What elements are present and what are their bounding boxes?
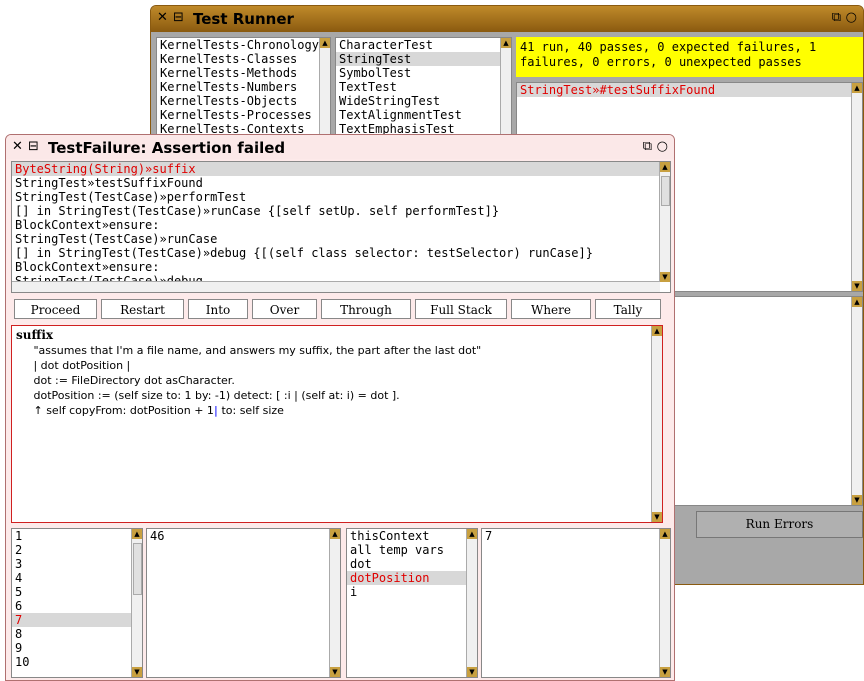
menu-icon[interactable]: ⊟ <box>28 139 39 154</box>
receiver-field[interactable]: 6 <box>12 599 142 613</box>
code-pane[interactable]: suffix "assumes that I'm a file name, an… <box>11 325 663 523</box>
stack-list[interactable]: ByteString(String)»suffix StringTest»test… <box>11 161 671 293</box>
stack-frame[interactable]: ByteString(String)»suffix <box>12 162 670 176</box>
receiver-field[interactable]: 10 <box>12 655 142 669</box>
into-button[interactable]: Into <box>188 299 248 319</box>
code-line-highlight: ↑ self copyFrom: dotPosition + 1 <box>16 404 214 417</box>
stack-frame[interactable]: StringTest»testSuffixFound <box>12 176 670 190</box>
category-list[interactable]: KernelTests-Chronology KernelTests-Classe… <box>156 37 331 137</box>
receiver-field[interactable]: 1 <box>12 529 142 543</box>
tally-button[interactable]: Tally <box>595 299 661 319</box>
receiver-value-scrollbar[interactable]: ▲ ▼ <box>329 529 340 677</box>
context-value-pane[interactable]: 7 ▲ ▼ <box>481 528 671 678</box>
code-line: dotPosition := (self size to: 1 by: -1) … <box>16 389 400 402</box>
context-value: 7 <box>485 529 493 543</box>
failure-scrollbar[interactable]: ▲ ▼ <box>851 83 862 291</box>
receiver-field[interactable]: 3 <box>12 557 142 571</box>
collapse-icon[interactable]: ⧉ <box>832 10 841 25</box>
receiver-field[interactable]: 9 <box>12 641 142 655</box>
window-title: Test Runner <box>193 10 294 28</box>
context-field[interactable]: all temp vars <box>347 543 477 557</box>
context-value-scrollbar[interactable]: ▲ ▼ <box>659 529 670 677</box>
stack-scrollbar[interactable]: ▲ ▼ <box>659 162 670 282</box>
test-failure-window: ✕ ⊟ TestFailure: Assertion failed ⧉ ○ By… <box>5 134 675 681</box>
category-scrollbar[interactable]: ▲ <box>319 38 330 136</box>
code-line: dot := FileDirectory dot asCharacter. <box>16 374 235 387</box>
test-status: 41 run, 40 passes, 0 expected failures, … <box>516 37 863 77</box>
receiver-field[interactable]: 5 <box>12 585 142 599</box>
stack-frame[interactable]: [] in StringTest(TestCase)»runCase {[sel… <box>12 204 670 218</box>
class-item[interactable]: TextAlignmentTest <box>336 108 511 122</box>
window-title: TestFailure: Assertion failed <box>48 139 286 157</box>
stack-frame[interactable]: BlockContext»ensure: <box>12 218 670 232</box>
context-field[interactable]: thisContext <box>347 529 477 543</box>
receiver-value-pane[interactable]: 46 ▲ ▼ <box>146 528 341 678</box>
method-selector: suffix <box>16 328 54 342</box>
close-icon[interactable]: ✕ <box>157 10 168 25</box>
receiver-fields-list[interactable]: 1 2 3 4 5 6 7 8 9 10 ▲ ▼ <box>11 528 143 678</box>
category-item[interactable]: KernelTests-Numbers <box>157 80 330 94</box>
stack-frame[interactable]: [] in StringTest(TestCase)»debug {[(self… <box>12 246 670 260</box>
debugger-toolbar: Proceed Restart Into Over Through Full S… <box>14 299 664 321</box>
through-button[interactable]: Through <box>321 299 411 319</box>
context-field[interactable]: i <box>347 585 477 599</box>
context-fields-list[interactable]: thisContext all temp vars dot dotPosition i … <box>346 528 478 678</box>
code-line: ↑ self copyFrom: dotPosition + 1| to: se… <box>16 403 658 418</box>
failure-item[interactable]: StringTest»#testSuffixFound <box>517 83 862 97</box>
receiver-scrollbar[interactable]: ▲ ▼ <box>131 529 142 677</box>
receiver-field[interactable]: 8 <box>12 627 142 641</box>
close-icon[interactable]: ✕ <box>12 139 23 154</box>
receiver-field[interactable]: 7 <box>12 613 142 627</box>
category-item[interactable]: KernelTests-Chronology <box>157 38 330 52</box>
code-scrollbar[interactable]: ▲ ▼ <box>651 326 662 522</box>
restart-button[interactable]: Restart <box>101 299 184 319</box>
class-scrollbar[interactable]: ▲ <box>500 38 511 136</box>
where-button[interactable]: Where <box>511 299 591 319</box>
test-runner-titlebar[interactable]: ✕ ⊟ Test Runner ⧉ ○ <box>151 6 863 32</box>
category-item[interactable]: KernelTests-Classes <box>157 52 330 66</box>
stack-frame[interactable]: BlockContext»ensure: <box>12 260 670 274</box>
code-line: | dot dotPosition | <box>16 359 131 372</box>
full-stack-button[interactable]: Full Stack <box>415 299 507 319</box>
context-field[interactable]: dotPosition <box>347 571 477 585</box>
class-item[interactable]: StringTest <box>336 52 511 66</box>
class-item[interactable]: SymbolTest <box>336 66 511 80</box>
test-failure-titlebar[interactable]: ✕ ⊟ TestFailure: Assertion failed ⧉ ○ <box>6 135 674 159</box>
category-item[interactable]: KernelTests-Methods <box>157 66 330 80</box>
error-scrollbar[interactable]: ▲ ▼ <box>851 297 862 505</box>
class-item[interactable]: TextTest <box>336 80 511 94</box>
context-field[interactable]: dot <box>347 557 477 571</box>
class-list[interactable]: CharacterTest StringTest SymbolTest TextTes… <box>335 37 512 137</box>
proceed-button[interactable]: Proceed <box>14 299 97 319</box>
expand-icon[interactable]: ○ <box>657 139 668 154</box>
stack-frame[interactable]: StringTest(TestCase)»performTest <box>12 190 670 204</box>
stack-hscrollbar[interactable] <box>12 281 660 292</box>
collapse-icon[interactable]: ⧉ <box>643 139 652 154</box>
menu-icon[interactable]: ⊟ <box>173 10 184 25</box>
category-item[interactable]: KernelTests-Objects <box>157 94 330 108</box>
receiver-value: 46 <box>150 529 165 543</box>
class-item[interactable]: CharacterTest <box>336 38 511 52</box>
category-item[interactable]: KernelTests-Processes <box>157 108 330 122</box>
receiver-field[interactable]: 2 <box>12 543 142 557</box>
class-item[interactable]: WideStringTest <box>336 94 511 108</box>
run-errors-button[interactable]: Run Errors <box>696 511 863 538</box>
context-scrollbar[interactable]: ▲ ▼ <box>466 529 477 677</box>
code-line: "assumes that I'm a file name, and answe… <box>16 344 482 357</box>
receiver-field[interactable]: 4 <box>12 571 142 585</box>
over-button[interactable]: Over <box>252 299 317 319</box>
expand-icon[interactable]: ○ <box>846 10 857 25</box>
stack-frame[interactable]: StringTest(TestCase)»runCase <box>12 232 670 246</box>
code-line-tail: to: self size <box>217 404 284 417</box>
